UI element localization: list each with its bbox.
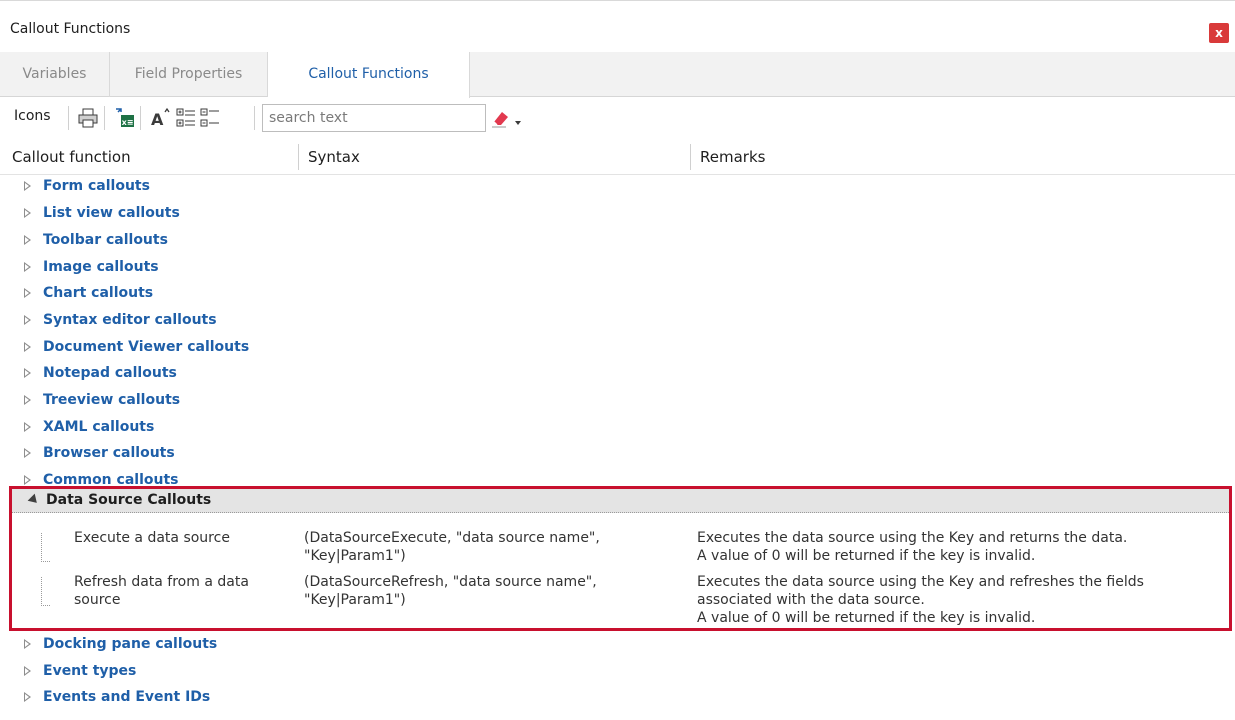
- toolbar-separator: [140, 106, 141, 130]
- close-button[interactable]: x: [1209, 23, 1229, 43]
- callout-function-cell: Execute a data source: [74, 530, 230, 546]
- tab-bar: Variables Field Properties Callout Funct…: [0, 52, 1235, 98]
- table-row[interactable]: Execute a data source (DataSourceExecute…: [12, 527, 1229, 567]
- tree-group-data-source-callouts[interactable]: Data Source Callouts: [12, 489, 1229, 513]
- tree-group-syntax-editor-callouts[interactable]: Syntax editor callouts: [0, 309, 1235, 335]
- expand-arrow-icon[interactable]: [24, 342, 31, 352]
- tree-group-event-types[interactable]: Event types: [0, 660, 1235, 686]
- callout-function-cell: Refresh data from a data source: [74, 574, 249, 608]
- dropdown-arrow-icon[interactable]: [512, 106, 524, 130]
- expand-arrow-icon[interactable]: [24, 475, 31, 485]
- group-label[interactable]: XAML callouts: [43, 419, 154, 435]
- group-label[interactable]: Syntax editor callouts: [43, 312, 217, 328]
- column-divider[interactable]: [298, 144, 299, 170]
- group-label[interactable]: Common callouts: [43, 472, 178, 486]
- remarks-cell: Executes the data source using the Key a…: [697, 574, 1144, 626]
- group-label[interactable]: Form callouts: [43, 178, 150, 194]
- group-label[interactable]: Events and Event IDs: [43, 689, 210, 705]
- tree-group-docking-pane-callouts[interactable]: Docking pane callouts: [0, 633, 1235, 659]
- tree-connector: [41, 533, 50, 562]
- export-excel-icon[interactable]: x≡: [112, 106, 136, 130]
- print-icon[interactable]: [76, 106, 100, 130]
- group-label[interactable]: Toolbar callouts: [43, 232, 168, 248]
- expand-arrow-icon[interactable]: [24, 262, 31, 272]
- expand-arrow-icon[interactable]: [24, 181, 31, 191]
- tree-group-document-viewer-callouts[interactable]: Document Viewer callouts: [0, 336, 1235, 362]
- eraser-icon[interactable]: [488, 106, 512, 130]
- expand-arrow-icon[interactable]: [24, 448, 31, 458]
- group-label[interactable]: Document Viewer callouts: [43, 339, 249, 355]
- remarks-cell: Executes the data source using the Key a…: [697, 530, 1128, 564]
- table-row[interactable]: Refresh data from a data source (DataSou…: [12, 571, 1229, 629]
- expand-arrow-icon[interactable]: [24, 208, 31, 218]
- tree-connector: [41, 577, 50, 606]
- column-divider[interactable]: [690, 144, 691, 170]
- svg-text:x≡: x≡: [122, 118, 134, 127]
- highlighted-expanded-group: Data Source Callouts Execute a data sour…: [9, 486, 1232, 631]
- expand-arrow-icon[interactable]: [24, 395, 31, 405]
- expand-arrow-icon[interactable]: [24, 368, 31, 378]
- toolbar: Icons x≡ A: [0, 100, 1235, 136]
- search-input[interactable]: [262, 104, 486, 132]
- svg-text:A: A: [151, 110, 164, 129]
- group-label[interactable]: Treeview callouts: [43, 392, 180, 408]
- tab-variables[interactable]: Variables: [0, 52, 110, 97]
- column-header-row: Callout function Syntax Remarks: [0, 140, 1235, 175]
- window-title: Callout Functions: [10, 21, 131, 37]
- group-label[interactable]: Event types: [43, 663, 136, 679]
- group-label[interactable]: Chart callouts: [43, 285, 153, 301]
- tree-group-notepad-callouts[interactable]: Notepad callouts: [0, 362, 1235, 388]
- expand-arrow-icon[interactable]: [24, 315, 31, 325]
- expand-arrow-icon[interactable]: [24, 422, 31, 432]
- group-label[interactable]: Image callouts: [43, 259, 159, 275]
- icons-label: Icons: [14, 108, 51, 124]
- tree-group-chart-callouts[interactable]: Chart callouts: [0, 282, 1235, 308]
- expand-arrow-icon[interactable]: [24, 288, 31, 298]
- group-label[interactable]: Data Source Callouts: [46, 492, 211, 508]
- syntax-cell: (DataSourceRefresh, "data source name", …: [304, 574, 597, 608]
- toolbar-separator: [104, 106, 105, 130]
- collapse-all-icon[interactable]: [198, 106, 222, 130]
- expand-arrow-icon[interactable]: [24, 235, 31, 245]
- tree-group-toolbar-callouts[interactable]: Toolbar callouts: [0, 229, 1235, 255]
- tree-group-browser-callouts[interactable]: Browser callouts: [0, 442, 1235, 468]
- column-header-remarks[interactable]: Remarks: [700, 148, 765, 166]
- tree-group-image-callouts[interactable]: Image callouts: [0, 256, 1235, 282]
- syntax-cell: (DataSourceExecute, "data source name", …: [304, 530, 600, 564]
- toolbar-separator: [254, 106, 255, 130]
- column-header-callout-function[interactable]: Callout function: [12, 148, 131, 166]
- tree-group-events-and-event-ids[interactable]: Events and Event IDs: [0, 686, 1235, 712]
- tree-group-common-callouts[interactable]: Common callouts: [0, 469, 1235, 486]
- expand-all-icon[interactable]: [174, 106, 198, 130]
- column-header-syntax[interactable]: Syntax: [308, 148, 360, 166]
- expand-arrow-icon[interactable]: [24, 666, 31, 676]
- expand-arrow-icon[interactable]: [24, 692, 31, 702]
- font-size-icon[interactable]: A: [148, 106, 172, 130]
- group-label[interactable]: Docking pane callouts: [43, 636, 217, 652]
- tree-group-xaml-callouts[interactable]: XAML callouts: [0, 416, 1235, 442]
- collapse-arrow-icon[interactable]: [27, 493, 41, 507]
- tree-group-treeview-callouts[interactable]: Treeview callouts: [0, 389, 1235, 415]
- group-label[interactable]: List view callouts: [43, 205, 180, 221]
- tab-field-properties[interactable]: Field Properties: [110, 52, 268, 97]
- toolbar-separator: [68, 106, 69, 130]
- tree-group-form-callouts[interactable]: Form callouts: [0, 175, 1235, 201]
- tab-callout-functions[interactable]: Callout Functions: [268, 52, 470, 98]
- window-titlebar: Callout Functions x: [0, 0, 1235, 52]
- group-label[interactable]: Browser callouts: [43, 445, 175, 461]
- group-label[interactable]: Notepad callouts: [43, 365, 177, 381]
- expand-arrow-icon[interactable]: [24, 639, 31, 649]
- tree-group-list-view-callouts[interactable]: List view callouts: [0, 202, 1235, 228]
